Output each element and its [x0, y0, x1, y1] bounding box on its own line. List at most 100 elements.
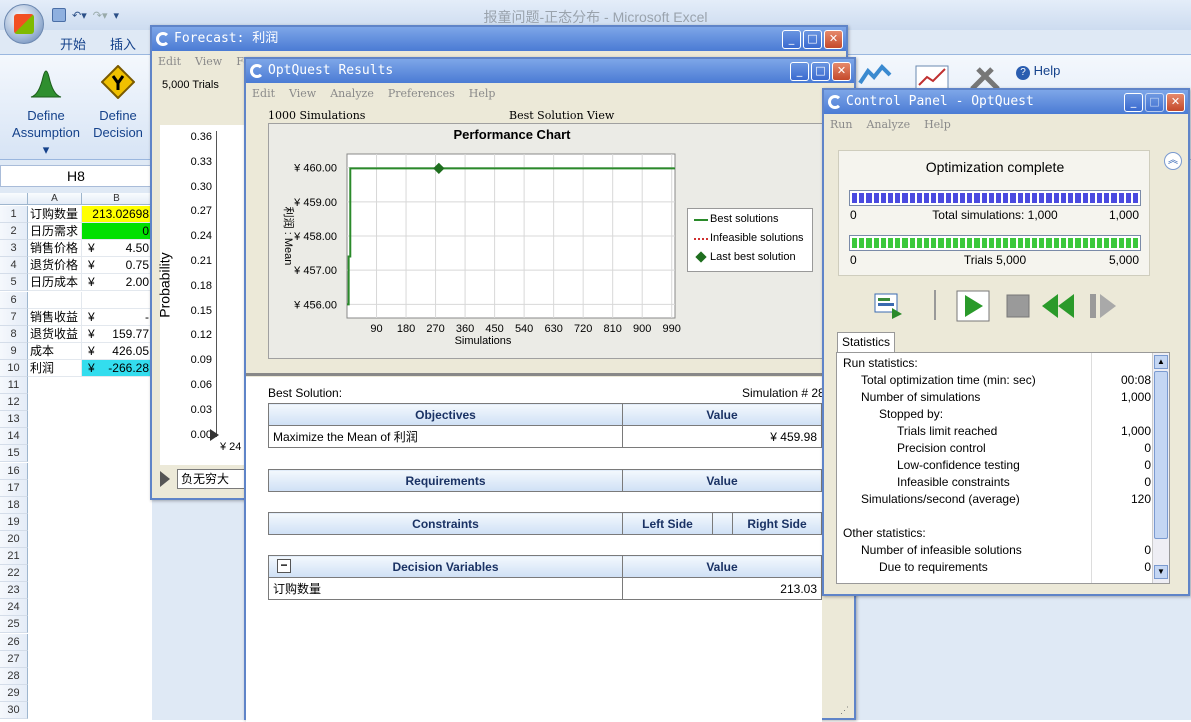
row-header[interactable]: 25 [0, 616, 28, 634]
menu-analyze[interactable]: Analyze [330, 87, 374, 100]
menu-help[interactable]: Help [469, 87, 496, 100]
splitter[interactable] [246, 373, 854, 376]
menu-edit[interactable]: Edit [252, 87, 275, 100]
row-header[interactable]: 8 [0, 325, 28, 343]
menu-help[interactable]: Help [924, 118, 951, 131]
row-header[interactable]: 29 [0, 684, 28, 702]
office-button[interactable] [4, 4, 44, 44]
close-button[interactable]: ✕ [832, 62, 851, 81]
cell-b[interactable]: ¥4.50 [82, 240, 152, 258]
maximize-button[interactable]: □ [1145, 93, 1164, 112]
cell-a[interactable]: 退货价格 [28, 257, 82, 275]
select-all-corner[interactable] [0, 193, 28, 205]
row-header[interactable]: 10 [0, 359, 28, 377]
row-header[interactable]: 26 [0, 633, 28, 651]
row-header[interactable]: 17 [0, 479, 28, 497]
close-button[interactable]: ✕ [1166, 93, 1185, 112]
row-header[interactable]: 15 [0, 445, 28, 463]
row-header[interactable]: 6 [0, 291, 28, 309]
cell-a[interactable]: 日历需求 [28, 223, 82, 241]
collapse-toggle[interactable]: − [277, 559, 291, 573]
cell-b[interactable]: 213.02698 [82, 206, 152, 223]
row-header[interactable]: 13 [0, 411, 28, 429]
minimize-button[interactable]: _ [782, 30, 801, 49]
cell-b[interactable]: ¥159.77 [82, 325, 152, 343]
menu-preferences[interactable]: Preferences [388, 87, 455, 100]
row-header[interactable]: 16 [0, 462, 28, 480]
step-icon[interactable] [1088, 292, 1118, 320]
minimize-button[interactable]: _ [1124, 93, 1143, 112]
range-min-input[interactable]: 负无穷大 [177, 469, 249, 489]
forecast-range-arrow-icon[interactable] [160, 471, 170, 487]
results-view-icon[interactable] [874, 292, 904, 320]
cell-b[interactable] [82, 291, 152, 309]
tab-home[interactable]: 开始 [48, 32, 98, 52]
column-header-a[interactable]: A [28, 193, 82, 205]
row-header[interactable]: 14 [0, 428, 28, 446]
row-header[interactable]: 21 [0, 548, 28, 565]
row-header[interactable]: 12 [0, 394, 28, 412]
reset-rewind-icon[interactable] [1040, 292, 1076, 320]
cell-b[interactable]: ¥ - [82, 308, 152, 326]
row-header[interactable]: 2 [0, 223, 28, 241]
column-header-b[interactable]: B [82, 193, 152, 205]
row-header[interactable]: 19 [0, 513, 28, 531]
run-play-icon[interactable] [956, 290, 990, 322]
row-header[interactable]: 5 [0, 274, 28, 292]
menu-view[interactable]: View [195, 55, 222, 68]
cell-a[interactable]: 成本 [28, 342, 82, 360]
tab-statistics[interactable]: Statistics [837, 332, 895, 352]
cell-a[interactable]: 销售收益 [28, 308, 82, 326]
cell-b[interactable]: ¥2.00 [82, 274, 152, 292]
row-header[interactable]: 22 [0, 565, 28, 583]
row-header[interactable]: 30 [0, 701, 28, 719]
menu-analyze[interactable]: Analyze [866, 118, 910, 131]
row-header[interactable]: 7 [0, 308, 28, 326]
define-decision-button[interactable]: Define Decision [92, 64, 144, 141]
stats-scrollbar[interactable]: ▲ ▼ [1152, 353, 1169, 583]
save-icon[interactable] [52, 8, 66, 22]
close-button[interactable]: ✕ [824, 30, 843, 49]
undo-icon[interactable]: ↶▾ [72, 9, 87, 22]
define-assumption-button[interactable]: Define Assumption ▾ [8, 65, 84, 158]
scroll-down-icon[interactable]: ▼ [1154, 565, 1168, 579]
name-box[interactable]: H8 [0, 165, 152, 187]
scroll-thumb[interactable] [1154, 371, 1168, 539]
row-header[interactable]: 24 [0, 599, 28, 617]
results-titlebar[interactable]: OptQuest Results _ □ ✕ [246, 59, 854, 83]
row-header[interactable]: 28 [0, 667, 28, 685]
control-titlebar[interactable]: Control Panel - OptQuest _ □ ✕ [824, 90, 1188, 114]
row-header[interactable]: 9 [0, 342, 28, 360]
row-header[interactable]: 27 [0, 650, 28, 668]
forecast-titlebar[interactable]: Forecast: 利润 _ □ ✕ [152, 27, 846, 51]
row-header[interactable]: 18 [0, 496, 28, 514]
row-header[interactable]: 23 [0, 582, 28, 600]
cell-a[interactable] [28, 291, 82, 309]
menu-view[interactable]: View [289, 87, 316, 100]
ribbon-chart-icon[interactable] [858, 63, 892, 89]
spreadsheet-grid[interactable]: A B 1 订购数量 213.02698 2 日历需求 0 3 销售价格 ¥4.50 4 退货价格 ¥0.… [0, 193, 152, 720]
cell-b[interactable]: ¥ -266.28 [82, 359, 152, 377]
cell-a[interactable]: 订购数量 [28, 206, 82, 223]
cell-b[interactable]: 0 [82, 223, 152, 241]
maximize-button[interactable]: □ [803, 30, 822, 49]
row-header[interactable]: 11 [0, 377, 28, 394]
cell-a[interactable]: 利润 [28, 359, 82, 377]
tab-insert[interactable]: 插入 [98, 32, 148, 52]
row-header[interactable]: 1 [0, 206, 28, 223]
menu-edit[interactable]: Edit [158, 55, 181, 68]
minimize-button[interactable]: _ [790, 62, 809, 81]
cell-a[interactable]: 退货收益 [28, 325, 82, 343]
maximize-button[interactable]: □ [811, 62, 830, 81]
resize-grip-icon[interactable]: ⋰ [840, 705, 849, 716]
forecast-left-grabber-icon[interactable] [210, 429, 219, 441]
stop-icon[interactable] [1006, 294, 1030, 318]
row-header[interactable]: 4 [0, 257, 28, 275]
help-button[interactable]: ? Help [1016, 61, 1116, 83]
cell-a[interactable]: 销售价格 [28, 240, 82, 258]
row-header[interactable]: 20 [0, 530, 28, 548]
scroll-up-icon[interactable]: ▲ [1154, 355, 1168, 369]
cell-a[interactable]: 日历成本 [28, 274, 82, 292]
row-header[interactable]: 3 [0, 240, 28, 258]
menu-run[interactable]: Run [830, 118, 852, 131]
